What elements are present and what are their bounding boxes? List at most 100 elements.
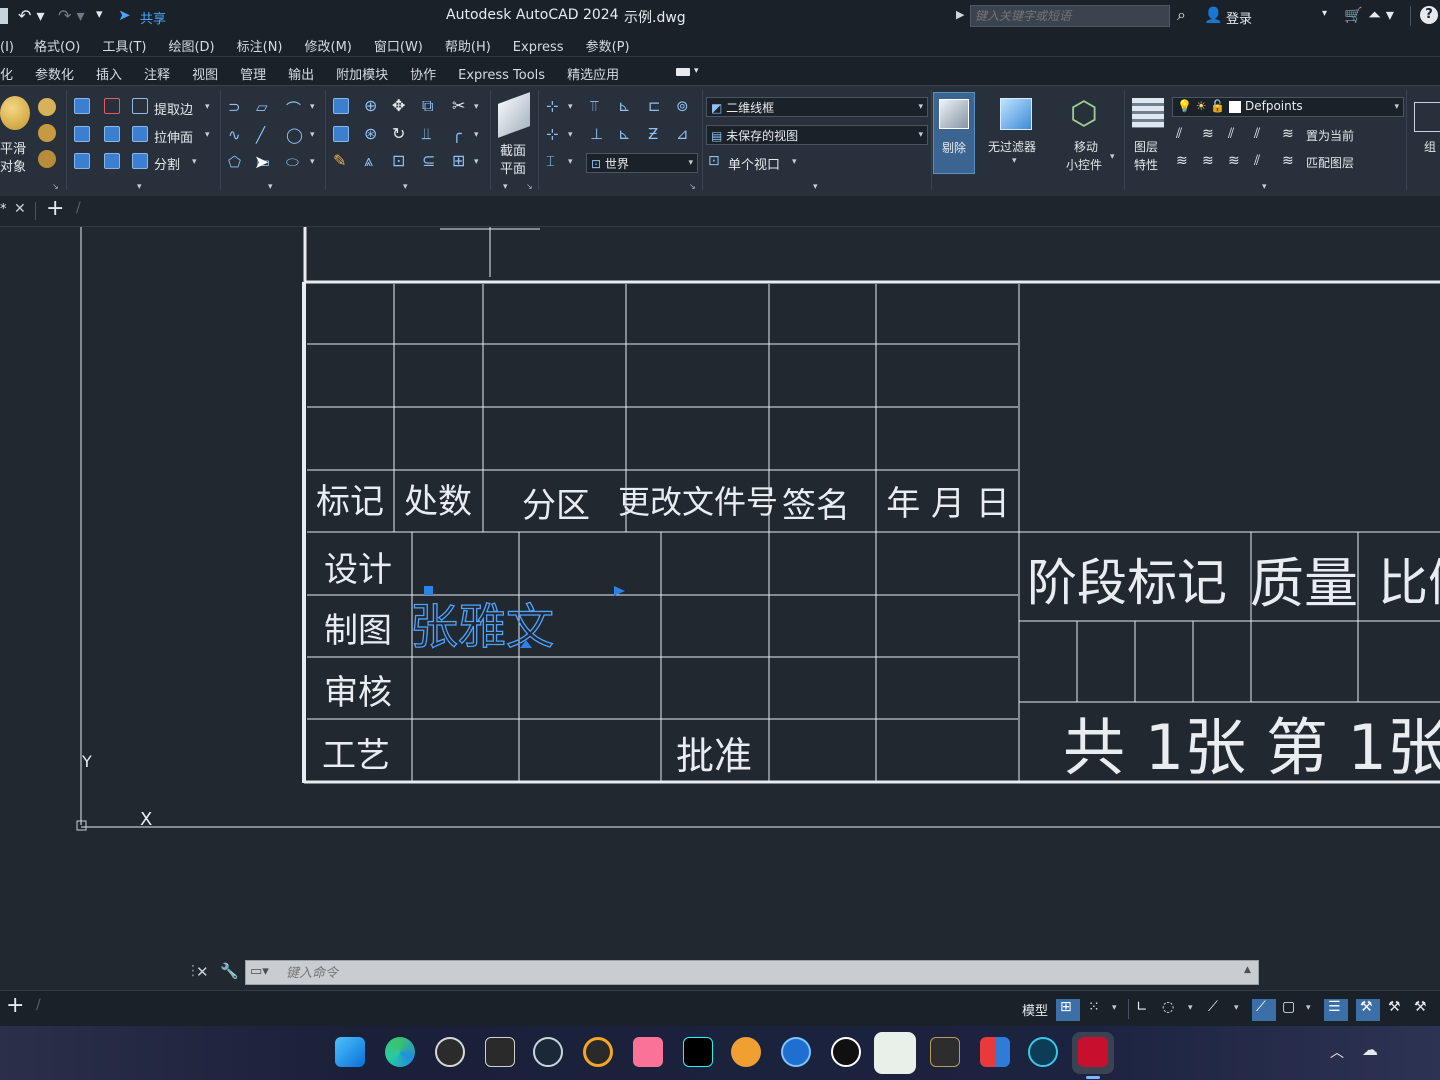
circle-icon[interactable]: ◯ (286, 126, 303, 144)
tray-expand-icon[interactable]: ︿ (1330, 1042, 1344, 1062)
3d-rotate-icon[interactable]: ⊛ (364, 124, 377, 143)
ucs-icon[interactable]: ⊹ (546, 97, 559, 115)
smooth-object-label-2[interactable]: 对象 (0, 156, 26, 175)
menu-item-draw[interactable]: 绘图(D) (168, 36, 214, 55)
tab-collaborate[interactable]: 协作 (410, 64, 436, 83)
redo-icon[interactable]: ↷ ▾ (58, 6, 85, 25)
bilibili-icon[interactable] (633, 1037, 663, 1067)
gizmo-dropdown-icon[interactable]: ▾ (1110, 152, 1115, 162)
undo-icon[interactable]: ↶ ▾ (18, 6, 45, 25)
extract-edges-icon[interactable] (132, 98, 148, 114)
scale-icon[interactable]: ⊡ (392, 151, 405, 170)
polygon-icon[interactable]: ⬠ (228, 153, 241, 171)
array-icon[interactable] (333, 126, 349, 142)
model-space-button[interactable]: 模型 (1022, 1000, 1048, 1019)
menu-item-window[interactable]: 窗口(W) (374, 36, 423, 55)
user-icon[interactable]: 👤 (1204, 6, 1223, 24)
menu-item-tools[interactable]: 工具(T) (102, 36, 146, 55)
new-tab-button[interactable]: + (46, 196, 64, 221)
tiktok-icon[interactable] (683, 1037, 713, 1067)
app-icon-2[interactable] (980, 1037, 1010, 1067)
menu-item-express[interactable]: Express (513, 40, 564, 55)
subtract-icon[interactable] (104, 98, 120, 114)
menu-item-modify[interactable]: 修改(M) (305, 36, 352, 55)
circle-dropdown-icon[interactable]: ▾ (310, 130, 315, 140)
close-command-icon[interactable]: ✕ (196, 963, 209, 981)
panel-dropdown-icon[interactable]: ▾ (813, 182, 818, 192)
extrude-face-dropdown-icon[interactable]: ▾ (205, 130, 210, 140)
app-menu-icon[interactable] (0, 8, 8, 24)
quick-access-dropdown-icon[interactable]: ▾ (96, 7, 103, 22)
ucs-3point-dropdown-icon[interactable]: ▾ (568, 130, 573, 140)
trim-dropdown-icon[interactable]: ▾ (474, 102, 479, 112)
move-gizmo-label[interactable]: 移动 (1074, 138, 1098, 155)
offset-icon[interactable]: ⊕ (364, 96, 377, 115)
thicken-icon[interactable] (104, 153, 120, 169)
command-input-box[interactable]: ▭▾ ▲ (245, 960, 1259, 985)
viewport-icon[interactable]: ⊡ (708, 153, 720, 169)
set-current-button[interactable]: 置为当前 (1306, 127, 1354, 144)
extrude-icon[interactable]: ⏥ (256, 98, 268, 116)
ribbon-minimize-dropdown-icon[interactable]: ▾ (694, 66, 699, 76)
tab-view[interactable]: 视图 (192, 64, 218, 83)
section-plane-label[interactable]: 截面 (500, 140, 526, 159)
ucs-z-icon[interactable]: ⊾ (618, 97, 631, 115)
cart-icon[interactable]: 🛒 (1344, 6, 1363, 24)
split-icon[interactable] (132, 153, 148, 169)
trim-icon[interactable]: ✂ (452, 96, 465, 115)
ucs-x-icon[interactable]: ⊥ (590, 125, 603, 143)
ucs-y-icon[interactable]: ⊾ (618, 125, 631, 143)
wechat-icon[interactable] (874, 1032, 916, 1074)
snap-dropdown-icon[interactable]: ▾ (1112, 1003, 1117, 1013)
mirror-icon[interactable] (333, 98, 349, 114)
move-gizmo-label-2[interactable]: 小控件 (1066, 156, 1102, 173)
edge-icon[interactable] (385, 1037, 415, 1067)
customize-icon[interactable]: 🔧 (220, 962, 239, 980)
layer-properties-icon[interactable] (1132, 98, 1164, 128)
grip-handle[interactable] (424, 586, 433, 595)
set-current-icon[interactable]: ≋ (1282, 126, 1294, 142)
tab-express-tools[interactable]: Express Tools (458, 68, 545, 83)
tab-featured-apps[interactable]: 精选应用 (567, 64, 619, 83)
line-icon[interactable]: ╱ (256, 126, 265, 144)
layer-combo[interactable]: 💡 ☀ 🔓 Defpoints ▾ (1172, 97, 1404, 117)
arc-icon[interactable]: ⌒ (286, 98, 301, 119)
login-dropdown-icon[interactable]: ▾ (1322, 8, 1327, 19)
qq-icon[interactable] (831, 1037, 861, 1067)
panel-dropdown-icon[interactable]: ▾ (403, 182, 408, 192)
login-button[interactable]: 登录 (1226, 8, 1252, 27)
app-icon[interactable] (930, 1037, 960, 1067)
fillet-icon[interactable]: ╭ (452, 124, 462, 143)
add-layout-icon[interactable]: + (6, 993, 24, 1018)
isometric-dropdown-icon[interactable]: ▾ (1234, 1003, 1239, 1013)
polar-icon[interactable]: ◌ (1162, 999, 1174, 1015)
polar-dropdown-icon[interactable]: ▾ (1188, 1003, 1193, 1013)
extrude-face-button[interactable]: 拉伸面 (154, 127, 193, 146)
layer-unisolate-icon[interactable]: ≋ (1202, 153, 1214, 169)
help-button[interactable]: ? (1420, 6, 1438, 24)
drawing-canvas[interactable]: 标记 处数 分区 更改文件号 签名 年 月 日 设计 制图 审核 工艺 张雅文 … (0, 227, 1440, 957)
split-button[interactable]: 分割 (154, 154, 180, 173)
layer-off-icon[interactable]: ⫽ (1176, 126, 1182, 142)
extract-edges-dropdown-icon[interactable]: ▾ (205, 102, 210, 112)
align-icon[interactable]: ⫫ (422, 124, 431, 144)
browser-icon[interactable] (781, 1037, 811, 1067)
autodesk-a360-icon[interactable]: ⏶ ▾ (1368, 5, 1394, 25)
panel-dropdown-icon[interactable]: ▾ (1262, 182, 1267, 192)
group-button[interactable]: 组 (1424, 138, 1436, 155)
layer-isolate-icon[interactable]: ≋ (1202, 126, 1214, 142)
named-view-combo[interactable]: ▤ 未保存的视图 ▾ (706, 125, 928, 145)
no-filter-button[interactable]: 无过滤器 (988, 138, 1036, 155)
union-icon[interactable] (74, 98, 90, 114)
menu-item-dimension[interactable]: 标注(N) (237, 36, 283, 55)
isometric-icon[interactable]: ⟋ (1208, 999, 1218, 1015)
ucs-origin-icon[interactable]: ⫪ (590, 97, 598, 115)
3d-mirror-icon[interactable]: ⩓ (364, 151, 373, 171)
obs-icon[interactable] (435, 1037, 465, 1067)
move-icon[interactable]: ✥ (392, 96, 405, 115)
extrude-face-icon[interactable] (132, 126, 148, 142)
app-icon-3[interactable] (1028, 1037, 1058, 1067)
onedrive-icon[interactable]: ☁ (1362, 1040, 1378, 1059)
ribbon-minimize-icon[interactable] (676, 68, 690, 76)
move-gizmo-icon[interactable]: ⬡ (1070, 94, 1098, 132)
